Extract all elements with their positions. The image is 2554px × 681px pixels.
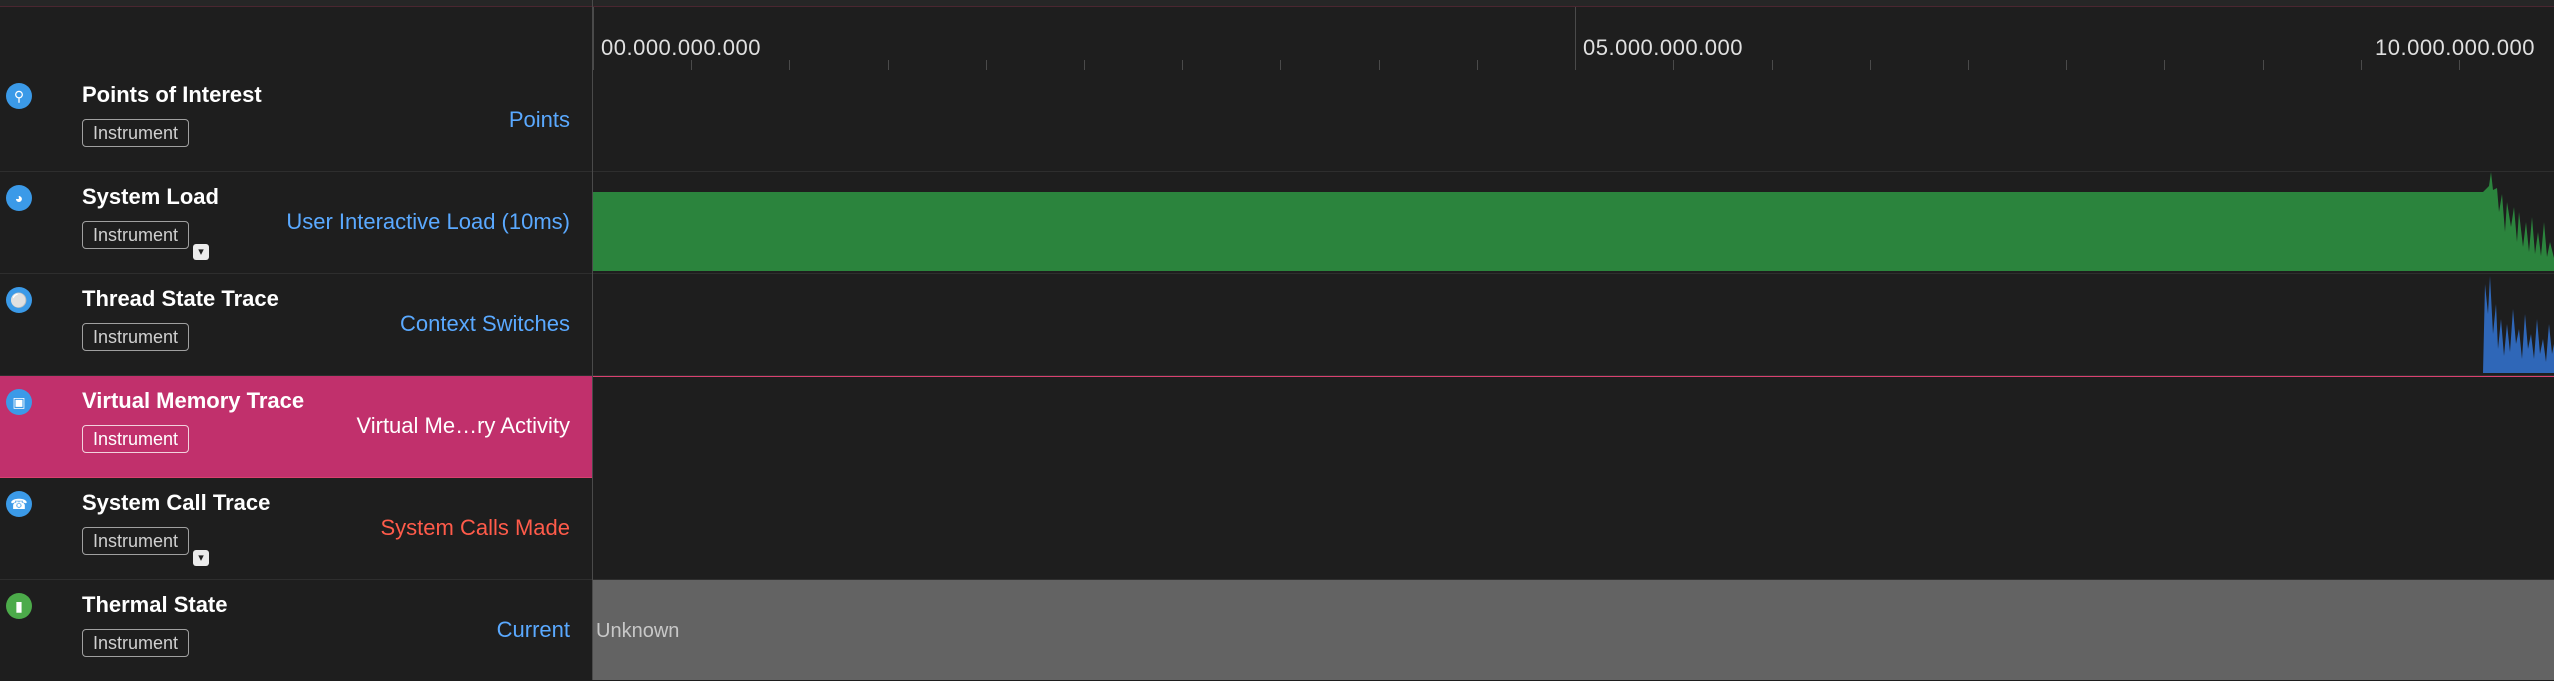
ruler-minor-tick [2263, 60, 2264, 70]
track-points-of-interest[interactable]: ⚲ Points of Interest Instrument Points [0, 70, 592, 172]
ruler-label-mid: 05.000.000.000 [1583, 35, 1743, 60]
ruler-minor-tick [691, 60, 692, 70]
track-list: ⚲ Points of Interest Instrument Points ◕… [0, 70, 592, 681]
lane-virtual-memory-trace[interactable] [593, 376, 2554, 479]
ruler-minor-tick [1084, 60, 1085, 70]
chevron-down-icon[interactable]: ▾ [193, 550, 209, 566]
lane-thread-state-trace[interactable] [593, 274, 2554, 376]
track-system-call-trace[interactable]: ☎ System Call Trace Instrument ▾ System … [0, 478, 592, 580]
ruler-minor-tick [1379, 60, 1380, 70]
ruler-minor-tick [2066, 60, 2067, 70]
track-system-load[interactable]: ◕ System Load Instrument ▾ User Interact… [0, 172, 592, 274]
track-name: Thermal State [82, 592, 228, 617]
track-header-blank [0, 7, 592, 70]
thread-icon: ⚪ [6, 287, 32, 313]
instrument-badge: Instrument [82, 119, 190, 147]
chevron-down-icon[interactable]: ▾ [193, 244, 209, 260]
lane-system-call-trace[interactable] [593, 478, 2554, 580]
track-name: System Load [82, 184, 219, 209]
track-thermal-state[interactable]: ▮ Thermal State Instrument Current [0, 580, 592, 681]
track-thread-state-trace[interactable]: ⚪ Thread State Trace Instrument Context … [0, 274, 592, 376]
pin-icon: ⚲ [6, 83, 32, 109]
ruler-minor-tick [1182, 60, 1183, 70]
thermal-state-label: Unknown [596, 620, 680, 642]
ruler-minor-tick [888, 60, 889, 70]
time-ruler[interactable]: 00.000.000.000 05.000.000.000 10.000.000… [593, 7, 2554, 71]
ruler-label-start: 00.000.000.000 [601, 35, 761, 60]
system-load-spikes [2483, 172, 2554, 271]
lane-system-load[interactable] [593, 172, 2554, 274]
ruler-minor-tick [2164, 60, 2165, 70]
track-detail-selector[interactable]: Points [509, 107, 570, 133]
ruler-minor-tick [1870, 60, 1871, 70]
gauge-icon: ◕ [6, 185, 32, 211]
instrument-badge: Instrument [82, 221, 190, 249]
instrument-badge: Instrument [82, 425, 190, 453]
ruler-minor-tick [2459, 60, 2460, 70]
window-top-edge [0, 0, 2554, 7]
ruler-minor-tick [1477, 60, 1478, 70]
ruler-minor-tick [986, 60, 987, 70]
lane-thermal-state[interactable]: Unknown [593, 580, 2554, 680]
ruler-minor-tick [1968, 60, 1969, 70]
track-name: Points of Interest [82, 82, 262, 107]
ruler-minor-tick [789, 60, 790, 70]
phone-icon: ☎ [6, 491, 32, 517]
ruler-label-end: 10.000.000.000 [2375, 35, 2535, 60]
instrument-badge: Instrument [82, 629, 190, 657]
track-virtual-memory-trace[interactable]: ▣ Virtual Memory Trace Instrument Virtua… [0, 376, 592, 478]
track-detail-selector[interactable]: System Calls Made [380, 515, 570, 541]
context-switch-spikes [2483, 276, 2554, 373]
ruler-minor-tick [1772, 60, 1773, 70]
track-detail-selector[interactable]: User Interactive Load (10ms) [286, 209, 570, 235]
memory-icon: ▣ [6, 389, 32, 415]
ruler-major-tick [1575, 7, 1576, 70]
ruler-major-tick [593, 7, 594, 70]
lane-points-of-interest[interactable] [593, 70, 2554, 172]
track-name: System Call Trace [82, 490, 271, 515]
track-detail-selector[interactable]: Context Switches [400, 311, 570, 337]
ruler-minor-tick [1280, 60, 1281, 70]
system-load-bar [593, 192, 2493, 271]
ruler-minor-tick [2361, 60, 2362, 70]
instrument-badge: Instrument [82, 527, 190, 555]
track-name: Virtual Memory Trace [82, 388, 305, 413]
instrument-badge: Instrument [82, 323, 190, 351]
timeline-lanes[interactable]: Unknown [593, 70, 2554, 680]
track-detail-selector[interactable]: Virtual Me…ry Activity [356, 413, 570, 439]
track-detail-selector[interactable]: Current [497, 617, 570, 643]
ruler-minor-tick [1673, 60, 1674, 70]
thermometer-icon: ▮ [6, 593, 32, 619]
track-name: Thread State Trace [82, 286, 279, 311]
